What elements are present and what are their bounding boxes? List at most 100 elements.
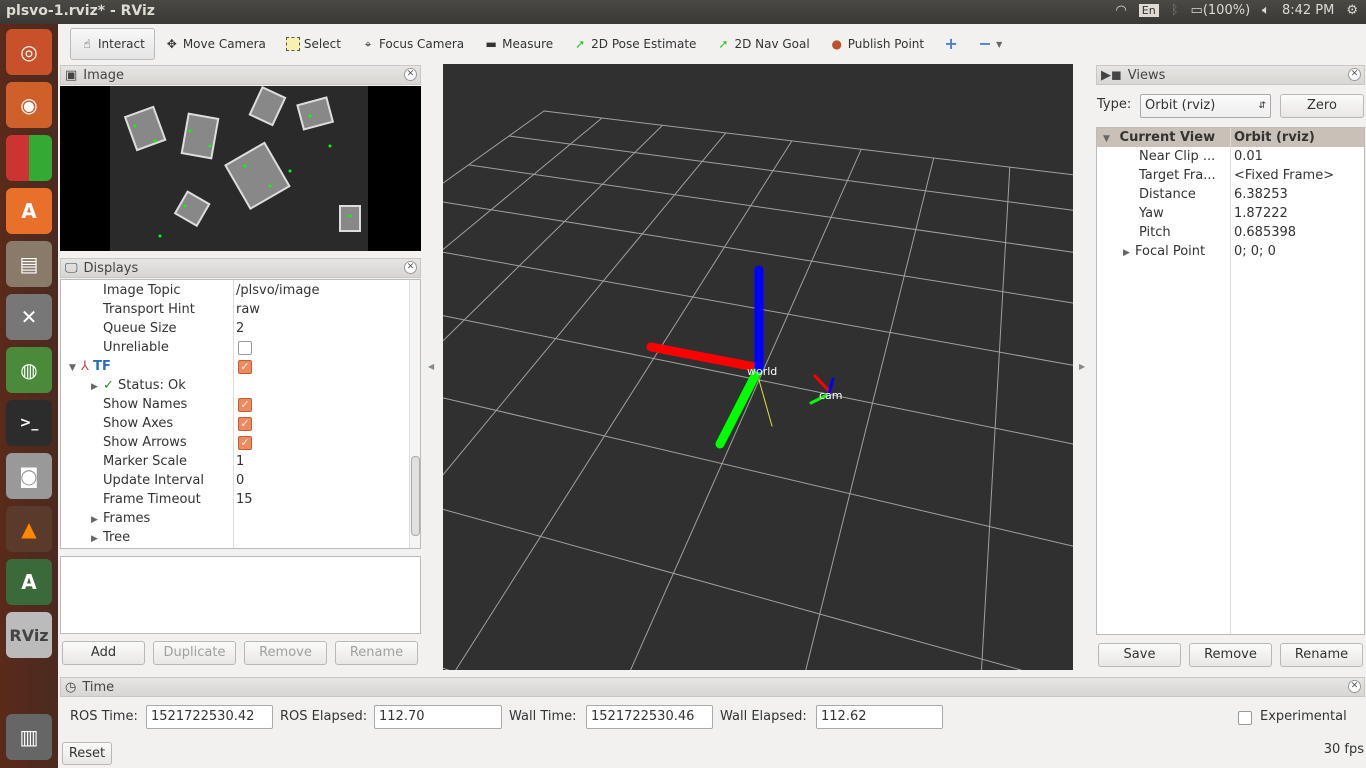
display-row[interactable]: Marker Scale (103, 452, 187, 471)
display-row[interactable]: Queue Size (103, 319, 177, 338)
wifi-icon[interactable]: ◠ (1115, 3, 1126, 18)
rename-view-button[interactable]: Rename (1280, 643, 1363, 667)
save-button[interactable]: Save (1098, 643, 1181, 667)
3d-viewport[interactable]: world cam (443, 64, 1073, 670)
display-row-checkbox[interactable]: ✓ (238, 414, 252, 433)
keyboard-layout[interactable]: En (1138, 4, 1159, 17)
view-row-value[interactable]: 0.685398 (1234, 223, 1296, 242)
clock[interactable]: 8:42 PM (1282, 3, 1334, 18)
view-row[interactable]: Yaw (1139, 204, 1164, 223)
view-row-value[interactable]: 6.38253 (1234, 185, 1288, 204)
display-row[interactable]: Frame Timeout (103, 490, 201, 509)
display-row[interactable]: Show Names (103, 395, 187, 414)
tool-interact[interactable]: ☝ Interact (70, 28, 155, 60)
display-row[interactable]: ▼ ⅄ TF (69, 357, 111, 376)
remove-tool-button[interactable]: − ▼ (968, 28, 1012, 60)
display-row-value[interactable]: raw (236, 300, 260, 319)
checkbox[interactable]: ✓ (238, 416, 252, 431)
bluetooth-icon[interactable]: ᛒ (1171, 3, 1179, 18)
display-row[interactable]: Unreliable (103, 338, 169, 357)
view-row-value[interactable]: 0; 0; 0 (1234, 242, 1276, 261)
wall-elapsed-field[interactable]: 112.62 (816, 705, 943, 729)
close-icon[interactable]: ✕ (404, 68, 417, 81)
display-row[interactable]: Image Topic (103, 281, 181, 300)
display-row[interactable]: Show Axes (103, 414, 173, 433)
expand-right-icon[interactable]: ▶ (91, 378, 103, 397)
expand-right-icon[interactable]: ▶ (1123, 244, 1135, 263)
duplicate-button[interactable]: Duplicate (153, 641, 236, 665)
volume-icon[interactable]: 🔈︎ (1262, 3, 1270, 18)
tool-2d-nav-goal[interactable]: ➚ 2D Nav Goal (706, 28, 819, 60)
view-row[interactable]: Distance (1139, 185, 1196, 204)
display-row-value[interactable]: 15 (236, 490, 253, 509)
vlc-icon[interactable]: ▲ (6, 506, 52, 552)
display-row-checkbox[interactable]: ✓ (238, 395, 252, 414)
view-row[interactable]: Pitch (1139, 223, 1171, 242)
software-updater-icon[interactable]: A (6, 559, 52, 605)
display-row-checkbox[interactable] (238, 338, 252, 357)
display-row-checkbox[interactable]: ✓ (238, 433, 252, 452)
display-row[interactable]: Update Interval (103, 471, 204, 490)
tool-publish-point[interactable]: ● Publish Point (820, 28, 934, 60)
battery-indicator[interactable]: ▭(100%) (1191, 3, 1251, 18)
update-manager-icon[interactable]: ◍ (6, 347, 52, 393)
expand-right-icon[interactable]: ▶ (91, 530, 103, 548)
view-type-select[interactable]: Orbit (rviz) ⇵ (1140, 94, 1271, 118)
display-row[interactable]: ▶ ✓ Status: Ok (91, 376, 186, 395)
display-row-value[interactable]: /plsvo/image (236, 281, 320, 300)
display-row[interactable]: ▶ Tree (91, 528, 130, 547)
display-row-value[interactable]: 1 (236, 452, 244, 471)
view-row[interactable]: ▶ Focal Point (1123, 242, 1205, 261)
add-button[interactable]: Add (62, 641, 145, 665)
ros-time-field[interactable]: 1521722530.42 (146, 705, 273, 729)
display-row-value[interactable]: 0 (236, 471, 244, 490)
experimental-checkbox[interactable] (1238, 711, 1252, 725)
tool-select[interactable]: Select (276, 28, 351, 60)
close-icon[interactable]: ✕ (1348, 680, 1361, 693)
checkbox[interactable]: ✓ (238, 435, 252, 450)
ubuntu-dash-icon[interactable]: ◎ (6, 29, 52, 75)
zero-button[interactable]: Zero (1280, 94, 1364, 118)
tool-2d-pose-estimate[interactable]: ➚ 2D Pose Estimate (563, 28, 706, 60)
current-view-row[interactable]: ▼ Current View (1103, 128, 1215, 147)
view-row[interactable]: Target Fra... (1139, 166, 1216, 185)
checkbox[interactable]: ✓ (238, 359, 252, 374)
remove-display-button[interactable]: Remove (244, 641, 327, 665)
scrollbar[interactable] (409, 280, 420, 548)
tool-focus-camera[interactable]: ⌖ Focus Camera (351, 28, 474, 60)
display-row[interactable]: Show Arrows (103, 433, 187, 452)
view-row[interactable]: Near Clip ... (1139, 147, 1215, 166)
checkbox[interactable] (238, 340, 252, 355)
firefox-icon[interactable]: ◉ (6, 82, 52, 128)
tool-move-camera[interactable]: ✥ Move Camera (155, 28, 276, 60)
software-center-icon[interactable]: A (6, 188, 52, 234)
power-gear-icon[interactable]: ⚙ (1346, 3, 1358, 18)
checkbox[interactable]: ✓ (238, 397, 252, 412)
trash-icon[interactable]: ▥ (6, 714, 52, 760)
display-row-checkbox[interactable]: ✓ (238, 357, 252, 376)
close-icon[interactable]: ✕ (1348, 68, 1361, 81)
libreoffice-icon[interactable] (6, 135, 52, 181)
scrollbar-thumb[interactable] (411, 456, 420, 536)
wall-time-field[interactable]: 1521722530.46 (586, 705, 713, 729)
view-row-value[interactable]: 1.87222 (1234, 204, 1288, 223)
rviz-icon[interactable]: RViz (6, 612, 52, 658)
camera-icon[interactable]: ◙ (6, 453, 52, 499)
expand-down-icon[interactable]: ▼ (69, 359, 81, 378)
tool-measure[interactable]: ▬ Measure (474, 28, 563, 60)
close-icon[interactable]: ✕ (404, 261, 417, 274)
ros-elapsed-field[interactable]: 112.70 (374, 705, 502, 729)
terminal-icon[interactable]: >_ (6, 400, 52, 446)
remove-view-button[interactable]: Remove (1189, 643, 1272, 667)
add-tool-button[interactable]: + (934, 28, 968, 60)
system-settings-icon[interactable]: ✕ (6, 294, 52, 340)
reset-button[interactable]: Reset (62, 742, 112, 765)
display-row[interactable]: ▶ Frames (91, 509, 150, 528)
collapse-right-icon[interactable]: ▶ (1079, 362, 1085, 371)
view-row-value[interactable]: <Fixed Frame> (1234, 166, 1334, 185)
files-icon[interactable]: ▤ (6, 241, 52, 287)
display-row[interactable]: Transport Hint (103, 300, 195, 319)
collapse-left-icon[interactable]: ◀ (428, 362, 434, 371)
rename-display-button[interactable]: Rename (335, 641, 418, 665)
display-row-value[interactable]: 2 (236, 319, 244, 338)
